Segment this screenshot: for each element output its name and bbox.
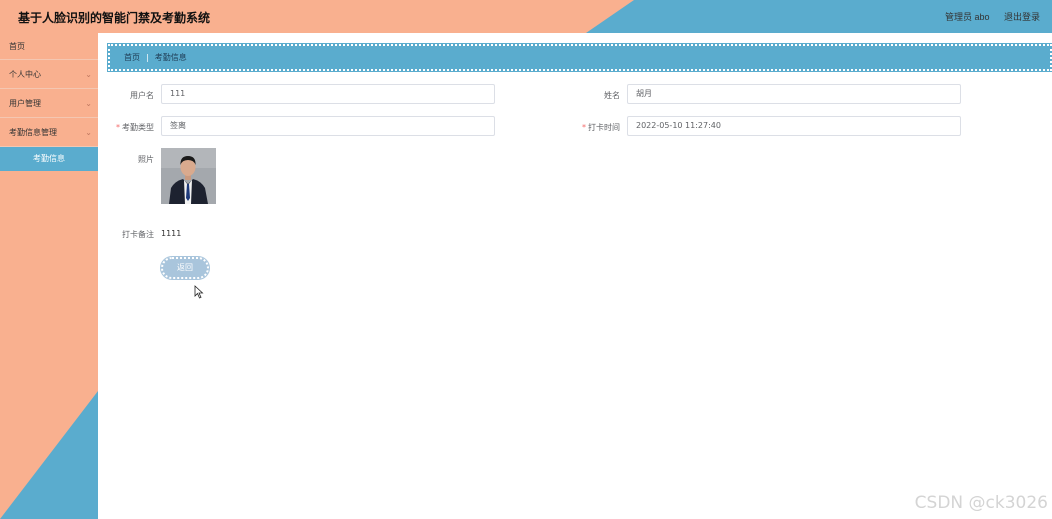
app-title: 基于人脸识别的智能门禁及考勤系统 xyxy=(18,11,211,25)
chevron-down-icon: ⌄ xyxy=(85,99,92,108)
sidebar-item-user-management[interactable]: 用户管理 ⌄ xyxy=(0,89,98,118)
sidebar-subitem-attendance-info[interactable]: 考勤信息 xyxy=(0,147,98,171)
required-mark: * xyxy=(116,123,120,132)
breadcrumb-current: 考勤信息 xyxy=(154,53,187,62)
mouse-pointer-icon xyxy=(194,285,204,299)
attendance-type-field[interactable]: 签离 xyxy=(161,116,495,136)
remark-value: 1111 xyxy=(161,229,182,238)
username-label: 用户名 xyxy=(130,91,154,100)
sidebar-item-personal-center[interactable]: 个人中心 ⌄ xyxy=(0,60,98,89)
clock-time-field[interactable]: 2022-05-10 11:27:40 xyxy=(627,116,961,136)
clock-time-label: * 打卡时间 xyxy=(572,122,620,133)
remark-label: 打卡备注 xyxy=(122,230,154,239)
sidebar: 首页 个人中心 ⌄ 用户管理 ⌄ 考勤信息管理 ⌄ 考勤信息 xyxy=(0,33,98,519)
attendance-type-label: * 考勤类型 xyxy=(106,122,154,133)
user-label: 管理员 abo xyxy=(944,12,990,22)
photo-label: 照片 xyxy=(138,155,154,164)
chevron-down-icon: ⌄ xyxy=(85,70,92,79)
breadcrumb-separator: | xyxy=(146,53,149,62)
header-user-area: 管理员 abo 退出登录 xyxy=(933,10,1040,23)
breadcrumb-home-link[interactable]: 首页 xyxy=(124,53,140,62)
sidebar-item-label: 个人中心 xyxy=(9,70,41,79)
name-field[interactable]: 胡月 xyxy=(627,84,961,104)
name-label: 姓名 xyxy=(604,91,620,100)
person-photo-image xyxy=(161,148,216,204)
sidebar-item-label: 用户管理 xyxy=(9,99,41,108)
sidebar-menu: 首页 个人中心 ⌄ 用户管理 ⌄ 考勤信息管理 ⌄ 考勤信息 xyxy=(0,33,98,171)
sidebar-item-home[interactable]: 首页 xyxy=(0,33,98,60)
breadcrumb-content: 首页 | 考勤信息 xyxy=(124,52,187,63)
breadcrumb: 首页 | 考勤信息 xyxy=(107,43,1052,72)
chevron-down-icon: ⌄ xyxy=(85,128,92,137)
back-button[interactable]: 返回 xyxy=(160,256,210,280)
sidebar-item-label: 首页 xyxy=(9,42,25,51)
required-mark: * xyxy=(582,123,586,132)
sidebar-item-label: 考勤信息管理 xyxy=(9,128,57,137)
sidebar-item-attendance-management[interactable]: 考勤信息管理 ⌄ xyxy=(0,118,98,147)
logout-button[interactable]: 退出登录 xyxy=(1004,12,1040,22)
watermark: CSDN @ck3026 xyxy=(914,493,1048,513)
clock-time-label-text: 打卡时间 xyxy=(588,123,620,132)
person-photo xyxy=(161,148,216,204)
username-field[interactable]: 111 xyxy=(161,84,495,104)
attendance-type-label-text: 考勤类型 xyxy=(122,123,154,132)
app-header: 基于人脸识别的智能门禁及考勤系统 管理员 abo 退出登录 xyxy=(0,0,1052,33)
